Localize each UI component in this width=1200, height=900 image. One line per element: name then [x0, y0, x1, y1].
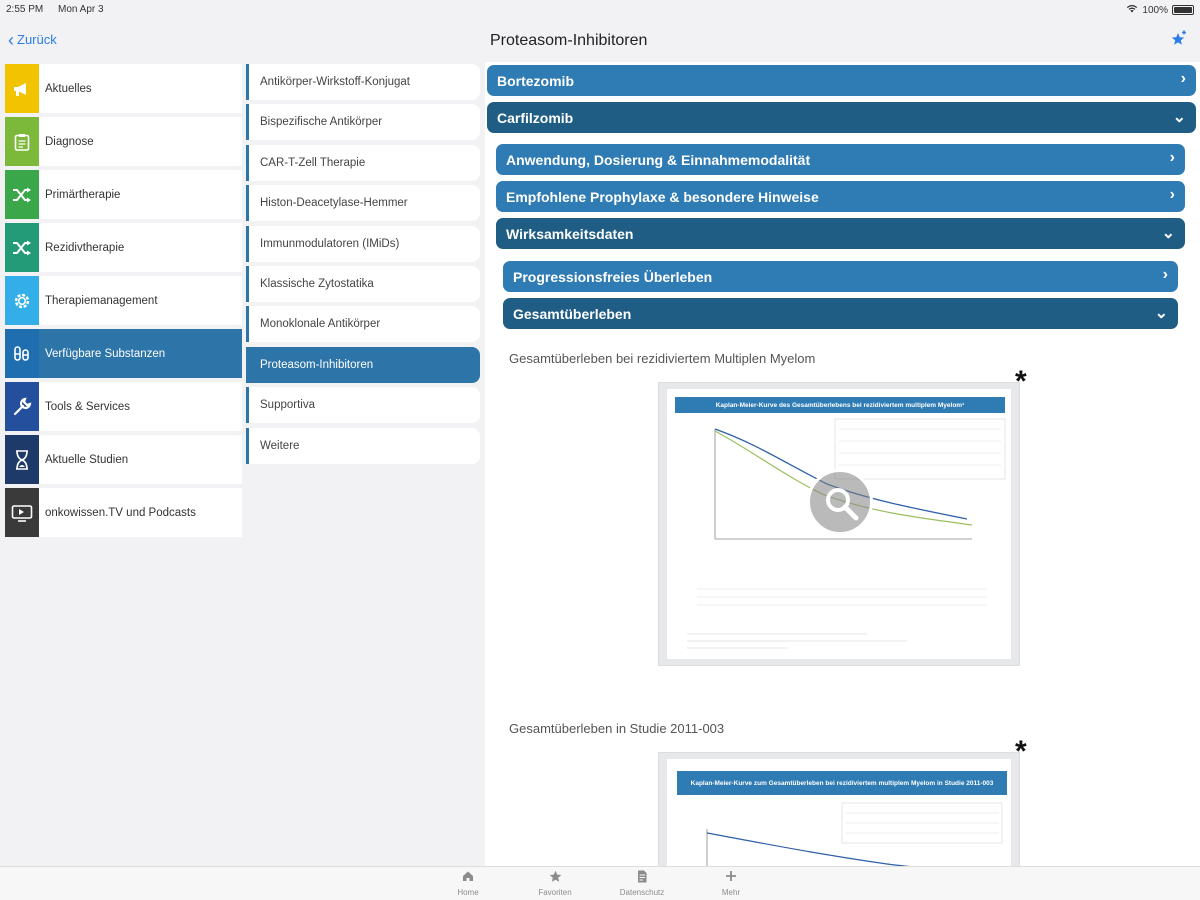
chevron-down-icon: ⌄	[1172, 109, 1186, 126]
chevron-down-icon: ⌄	[1161, 225, 1175, 242]
figure-canvas: Kaplan-Meier-Kurve des Gesamtüberlebens …	[667, 389, 1011, 659]
category-label: Therapiemanagement	[45, 294, 158, 307]
wrench-icon	[5, 382, 39, 431]
tab-label: Datenschutz	[619, 888, 665, 897]
clipboard-icon	[5, 117, 39, 166]
figure-image-1[interactable]: Kaplan-Meier-Kurve des Gesamtüberlebens …	[658, 382, 1020, 666]
category-aktuelle-studien[interactable]: Aktuelle Studien	[5, 435, 242, 484]
page-title: Proteasom-Inhibitoren	[490, 32, 648, 49]
accordion-label: Carfilzomib	[497, 109, 574, 126]
tab-mehr[interactable]: Mehr	[701, 870, 761, 897]
figure-canvas: Kaplan-Meier-Kurve zum Gesamtüberleben b…	[667, 759, 1011, 866]
chevron-right-icon: ›	[1162, 266, 1168, 283]
tv-icon	[5, 488, 39, 537]
tab-home[interactable]: Home	[438, 870, 498, 897]
category-label: Diagnose	[45, 135, 94, 148]
category-primaertherapie[interactable]: Primärtherapie	[5, 170, 242, 219]
chevron-right-icon: ›	[1180, 70, 1186, 87]
document-icon	[612, 870, 672, 886]
category-aktuelles[interactable]: Aktuelles	[5, 64, 242, 113]
category-rezidivtherapie[interactable]: Rezidivtherapie	[5, 223, 242, 272]
vial-icon	[5, 329, 39, 378]
home-icon	[438, 870, 498, 886]
battery-icon	[1172, 5, 1194, 15]
subcategory-item[interactable]: Histon-Deacetylase-Hemmer	[246, 185, 480, 222]
status-right: 100%	[1126, 4, 1194, 16]
figure-caption: Gesamtüberleben bei rezidiviertem Multip…	[509, 351, 816, 366]
back-label: Zurück	[17, 32, 57, 47]
category-label: Tools & Services	[45, 400, 131, 413]
accordion-label: Bortezomib	[497, 72, 574, 89]
subcategory-item[interactable]: Bispezifische Antikörper	[246, 104, 480, 141]
tab-label: Mehr	[721, 888, 741, 897]
wifi-icon	[1126, 4, 1138, 16]
category-label: Rezidivtherapie	[45, 241, 125, 254]
subcategory-item-selected[interactable]: Proteasom-Inhibitoren	[246, 346, 480, 383]
content-panel: Bortezomib › Carfilzomib ⌄ Anwendung, Do…	[485, 62, 1200, 866]
zoom-magnifier-icon[interactable]	[807, 469, 873, 535]
figure-caption: Gesamtüberleben in Studie 2011-003	[509, 721, 725, 736]
subcategory-item[interactable]: Antikörper-Wirkstoff-Konjugat	[246, 64, 480, 100]
status-time: 2:55 PM	[6, 4, 44, 15]
tab-favoriten[interactable]: Favoriten	[525, 870, 585, 897]
megaphone-icon	[5, 64, 39, 113]
category-therapiemanagement[interactable]: Therapiemanagement	[5, 276, 242, 325]
accordion-anwendung[interactable]: Anwendung, Dosierung & Einnahmemodalität…	[496, 144, 1185, 175]
chevron-down-icon: ⌄	[1154, 305, 1168, 322]
category-label: onkowissen.TV und Podcasts	[45, 506, 196, 519]
chevron-right-icon: ›	[1169, 149, 1175, 166]
accordion-pfs[interactable]: Progressionsfreies Überleben ›	[503, 261, 1178, 292]
substance-class-list: Antikörper-Wirkstoff-Konjugat Bispezifis…	[246, 64, 480, 468]
category-label: Aktuelles	[45, 82, 92, 95]
accordion-wirksamkeitsdaten[interactable]: Wirksamkeitsdaten ⌄	[496, 218, 1185, 249]
star-icon	[525, 870, 585, 886]
category-diagnose[interactable]: Diagnose	[5, 117, 242, 166]
gear-icon	[5, 276, 39, 325]
navigation-bar: ‹ Zurück Proteasom-Inhibitoren	[0, 22, 1200, 60]
hourglass-icon	[5, 435, 39, 484]
subcategory-item[interactable]: Monoklonale Antikörper	[246, 306, 480, 343]
subcategory-item[interactable]: Supportiva	[246, 387, 480, 424]
chevron-right-icon: ›	[1169, 186, 1175, 203]
shuffle-icon	[5, 223, 39, 272]
category-label: Verfügbare Substanzen	[45, 347, 166, 360]
back-button[interactable]: ‹ Zurück	[8, 29, 57, 50]
kaplan-meier-plot-image	[706, 802, 1003, 866]
plus-icon	[701, 870, 761, 886]
category-onkowissen-tv[interactable]: onkowissen.TV und Podcasts	[5, 488, 242, 537]
battery-percent: 100%	[1142, 4, 1168, 16]
category-tools-services[interactable]: Tools & Services	[5, 382, 242, 431]
category-list: Aktuelles Diagnose Primärtherapie Rezidi…	[5, 64, 242, 541]
accordion-prophylaxe[interactable]: Empfohlene Prophylaxe & besondere Hinwei…	[496, 181, 1185, 212]
tab-label: Favoriten	[538, 888, 572, 897]
accordion-label: Empfohlene Prophylaxe & besondere Hinwei…	[506, 188, 819, 205]
category-label: Aktuelle Studien	[45, 453, 129, 466]
accordion-carfilzomib[interactable]: Carfilzomib ⌄	[487, 102, 1196, 133]
subcategory-item[interactable]: Weitere	[246, 427, 480, 464]
star-plus-icon	[1170, 30, 1188, 52]
shuffle-icon	[5, 170, 39, 219]
subcategory-item[interactable]: Klassische Zytostatika	[246, 265, 480, 302]
chevron-left-icon: ‹	[8, 29, 14, 50]
status-date: Mon Apr 3	[58, 4, 104, 15]
accordion-bortezomib[interactable]: Bortezomib ›	[487, 65, 1196, 96]
favorite-add-button[interactable]	[1170, 30, 1188, 53]
figure-image-2[interactable]: Kaplan-Meier-Kurve zum Gesamtüberleben b…	[658, 752, 1020, 866]
category-label: Primärtherapie	[45, 188, 121, 201]
accordion-label: Progressionsfreies Überleben	[513, 268, 713, 285]
accordion-label: Wirksamkeitsdaten	[506, 225, 634, 242]
accordion-label: Anwendung, Dosierung & Einnahmemodalität	[506, 151, 811, 168]
tab-bar: Home Favoriten Datenschutz Mehr	[0, 866, 1200, 900]
tab-label: Home	[457, 888, 479, 897]
accordion-label: Gesamtüberleben	[513, 305, 632, 322]
tab-datenschutz[interactable]: Datenschutz	[612, 870, 672, 897]
accordion-gesamtueberleben[interactable]: Gesamtüberleben ⌄	[503, 298, 1178, 329]
category-verfuegbare-substanzen[interactable]: Verfügbare Substanzen	[5, 329, 242, 378]
status-bar: 2:55 PM Mon Apr 3 100%	[0, 0, 1200, 20]
subcategory-item[interactable]: CAR-T-Zell Therapie	[246, 144, 480, 181]
subcategory-item[interactable]: Immunmodulatoren (IMiDs)	[246, 225, 480, 262]
